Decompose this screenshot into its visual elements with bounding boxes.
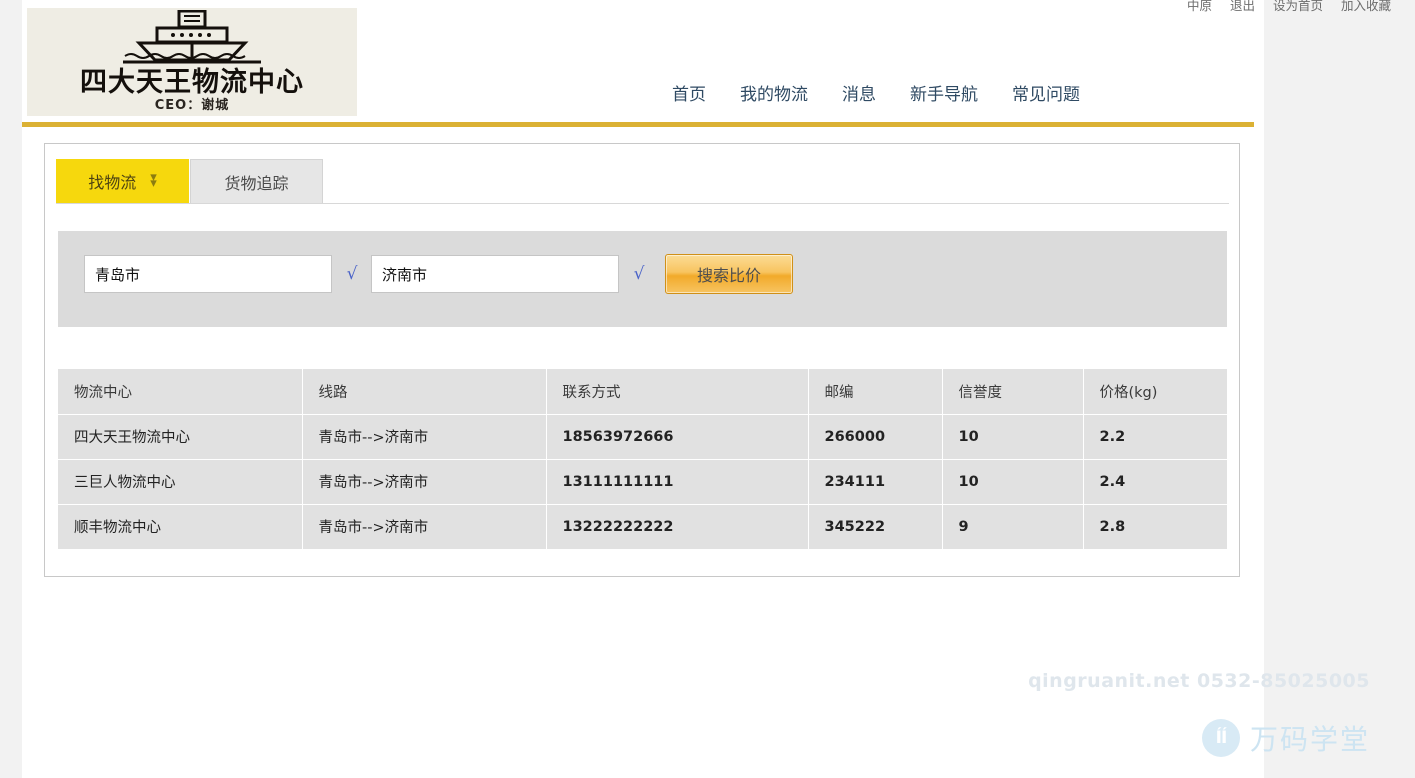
th-credit: 信誉度	[942, 369, 1083, 414]
search-compare-price-button[interactable]: 搜索比价	[665, 254, 793, 294]
th-postcode: 邮编	[808, 369, 942, 414]
nav-my-logistics[interactable]: 我的物流	[740, 80, 808, 105]
destination-valid-check-icon: √	[632, 264, 646, 284]
watermark-brand-logo: ÍÍ 万码学堂	[1202, 718, 1370, 758]
table-header-row: 物流中心 线路 联系方式 邮编 信誉度 价格(kg)	[58, 369, 1227, 414]
cell-phone: 18563972666	[546, 414, 808, 459]
top-utility-links: 中原 退出 设为首页 加入收藏	[1187, 0, 1391, 16]
origin-city-input[interactable]	[84, 255, 332, 293]
site-header: 四大天王物流中心 CEO：谢城 首页 我的物流 消息 新手导航 常见问题	[0, 0, 1242, 125]
cell-route: 青岛市-->济南市	[302, 504, 546, 549]
watermark-brand-name: 万码学堂	[1250, 718, 1370, 758]
nav-beginner-guide[interactable]: 新手导航	[910, 80, 978, 105]
cell-credit: 9	[942, 504, 1083, 549]
tab-bar: 找物流 ▾ ▾ 货物追踪	[56, 159, 323, 203]
ship-icon	[117, 10, 267, 66]
main-navigation: 首页 我的物流 消息 新手导航 常见问题	[672, 80, 1080, 105]
topbar-link-set-homepage[interactable]: 设为首页	[1273, 0, 1323, 14]
cell-postcode: 266000	[808, 414, 942, 459]
th-price: 价格(kg)	[1083, 369, 1227, 414]
chevron-double-down-icon: ▾ ▾	[150, 175, 157, 187]
table-row[interactable]: 三巨人物流中心 青岛市-->济南市 13111111111 234111 10 …	[58, 459, 1227, 504]
table-row[interactable]: 顺丰物流中心 青岛市-->济南市 13222222222 345222 9 2.…	[58, 504, 1227, 549]
search-row: √ √ 搜索比价	[84, 254, 793, 294]
cell-route: 青岛市-->济南市	[302, 459, 546, 504]
destination-city-input[interactable]	[371, 255, 619, 293]
cell-phone: 13111111111	[546, 459, 808, 504]
nav-home[interactable]: 首页	[672, 80, 706, 105]
cell-center: 四大天王物流中心	[58, 414, 302, 459]
tab-cargo-tracking[interactable]: 货物追踪	[190, 159, 323, 203]
cell-center: 三巨人物流中心	[58, 459, 302, 504]
tab-find-logistics[interactable]: 找物流 ▾ ▾	[56, 159, 189, 203]
cell-credit: 10	[942, 459, 1083, 504]
tab-find-logistics-label: 找物流	[88, 169, 136, 193]
cell-credit: 10	[942, 414, 1083, 459]
topbar-link-logout[interactable]: 退出	[1230, 0, 1255, 14]
watermark-site: qingruanit.net 0532-85025005	[1028, 670, 1370, 692]
logistics-results-table: 物流中心 线路 联系方式 邮编 信誉度 价格(kg) 四大天王物流中心 青岛市-…	[58, 369, 1227, 550]
search-panel: √ √ 搜索比价	[58, 231, 1227, 327]
tab-bar-underline	[56, 203, 1229, 204]
content-panel: 找物流 ▾ ▾ 货物追踪 √ √ 搜索比价 物流中心 线路	[44, 143, 1240, 577]
th-contact: 联系方式	[546, 369, 808, 414]
tab-cargo-tracking-label: 货物追踪	[224, 170, 288, 194]
cell-route: 青岛市-->济南市	[302, 414, 546, 459]
th-center: 物流中心	[58, 369, 302, 414]
cell-postcode: 345222	[808, 504, 942, 549]
nav-messages[interactable]: 消息	[842, 80, 876, 105]
topbar-link-add-favorite[interactable]: 加入收藏	[1341, 0, 1391, 14]
cell-price: 2.4	[1083, 459, 1227, 504]
nav-faq[interactable]: 常见问题	[1012, 80, 1080, 105]
th-route: 线路	[302, 369, 546, 414]
topbar-link-user[interactable]: 中原	[1187, 0, 1212, 14]
brand-mark-icon: ÍÍ	[1202, 719, 1240, 757]
cell-price: 2.2	[1083, 414, 1227, 459]
table-row[interactable]: 四大天王物流中心 青岛市-->济南市 18563972666 266000 10…	[58, 414, 1227, 459]
cell-center: 顺丰物流中心	[58, 504, 302, 549]
cell-phone: 13222222222	[546, 504, 808, 549]
origin-valid-check-icon: √	[345, 264, 359, 284]
cell-postcode: 234111	[808, 459, 942, 504]
logo-ceo: CEO：谢城	[27, 94, 357, 113]
cell-price: 2.8	[1083, 504, 1227, 549]
site-logo[interactable]: 四大天王物流中心 CEO：谢城	[27, 8, 357, 116]
header-divider	[22, 122, 1254, 127]
